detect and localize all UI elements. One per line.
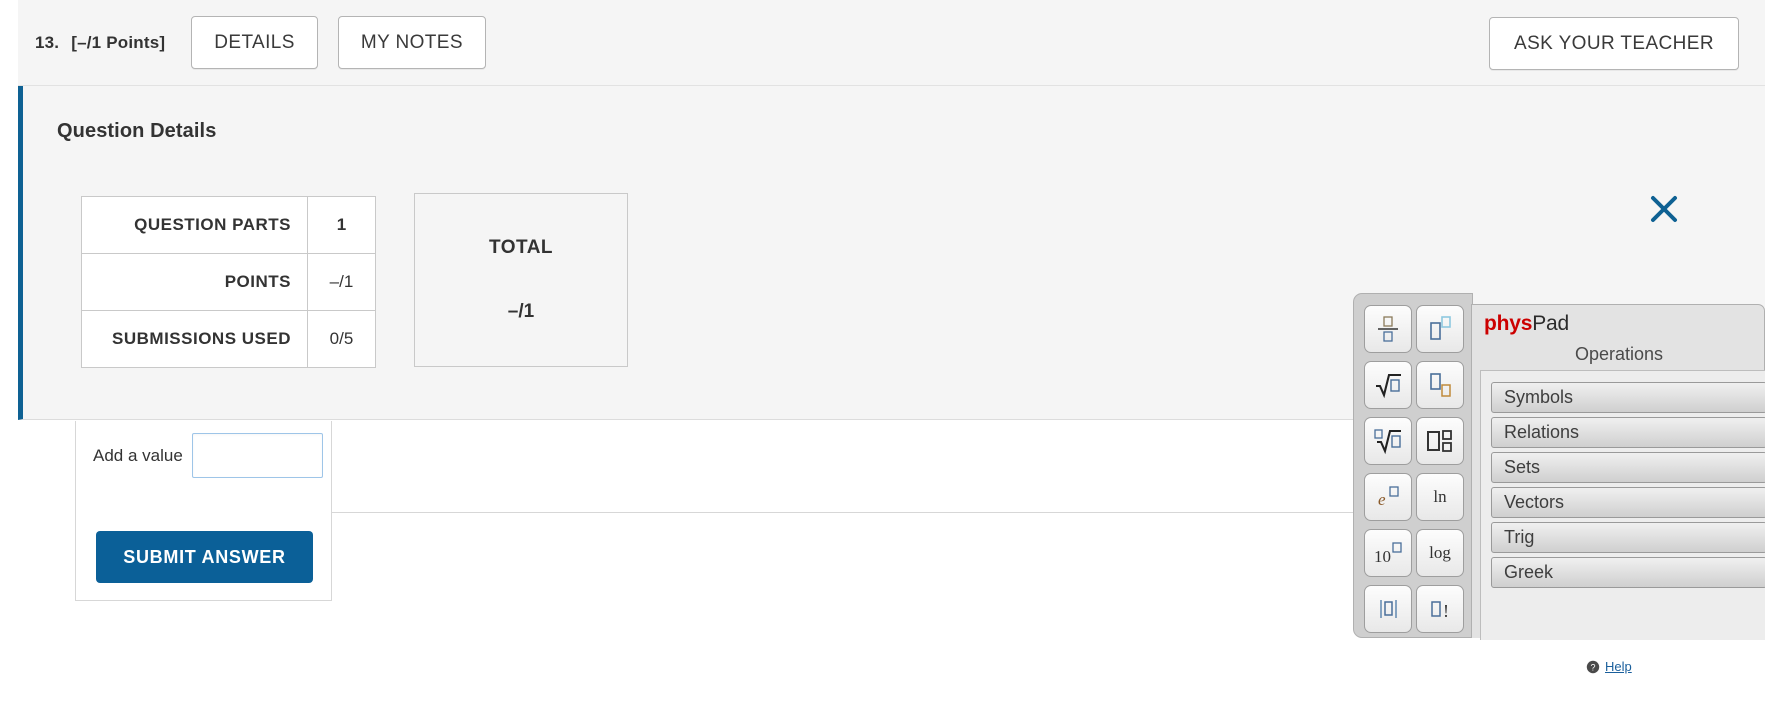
physpad-category-list: Symbols Relations Sets Vectors Trig Gree… [1480,370,1765,674]
question-details-title: Question Details [57,120,217,142]
question-details-table: QUESTION PARTS 1 POINTS –/1 SUBMISSIONS … [81,196,376,368]
help-icon: ? [1586,660,1600,673]
physpad-right-panel: physPad Operations Symbols Relations Set… [1471,304,1765,674]
table-row: QUESTION PARTS 1 [81,196,376,254]
physpad-section-label: Operations [1574,344,1664,364]
help-link[interactable]: ? Help [1586,659,1632,674]
svg-text:e: e [1378,490,1386,509]
log-label: log [1429,543,1451,562]
question-bar: 13. [–/1 Points] DETAILS MY NOTES ASK YO… [18,0,1765,86]
category-vectors[interactable]: Vectors [1491,487,1765,518]
subscript-key[interactable] [1416,361,1464,409]
fraction-key[interactable] [1364,305,1412,353]
physpad-panel: e ln 10 log ! physPad Operations Symbols… [1353,293,1765,674]
row-value: 1 [307,196,376,254]
question-points: [–/1 Points] [71,32,166,52]
submit-answer-button[interactable]: SUBMIT ANSWER [96,531,313,583]
factorial-key[interactable]: ! [1416,585,1464,633]
svg-text:10: 10 [1374,547,1391,566]
total-box: TOTAL –/1 [414,193,628,367]
add-value-label: Add a value [93,445,183,465]
matrix-key[interactable] [1416,417,1464,465]
details-button[interactable]: DETAILS [191,16,318,69]
row-value: 0/5 [307,310,376,368]
row-label: SUBMISSIONS USED [81,310,308,368]
row-value: –/1 [307,253,376,311]
my-notes-button[interactable]: MY NOTES [337,16,486,69]
add-value-row: Add a value [93,433,323,478]
nth-root-key[interactable] [1364,417,1412,465]
log-key[interactable]: log [1416,529,1464,577]
total-value: –/1 [507,301,535,322]
category-trig[interactable]: Trig [1491,522,1765,553]
physpad-key-grid: e ln 10 log ! [1364,305,1464,633]
category-relations[interactable]: Relations [1491,417,1765,448]
absolute-value-key[interactable] [1364,585,1412,633]
category-sets[interactable]: Sets [1491,452,1765,483]
help-label: Help [1605,659,1632,674]
ask-your-teacher-button[interactable]: ASK YOUR TEACHER [1489,17,1739,70]
category-greek[interactable]: Greek [1491,557,1765,588]
add-value-input[interactable] [191,433,323,478]
close-icon[interactable] [1641,186,1687,232]
physpad-logo-dark: Pad [1532,312,1569,335]
exponential-key[interactable]: e [1364,473,1412,521]
table-row: POINTS –/1 [81,253,376,311]
natural-log-key[interactable]: ln [1416,473,1464,521]
category-symbols[interactable]: Symbols [1491,382,1765,413]
superscript-key[interactable] [1416,305,1464,353]
total-label: TOTAL [488,237,554,258]
table-row: SUBMISSIONS USED 0/5 [81,310,376,368]
square-root-key[interactable] [1364,361,1412,409]
power-of-ten-key[interactable]: 10 [1364,529,1412,577]
physpad-logo: physPad [1484,312,1569,336]
svg-text:?: ? [1590,662,1595,672]
question-number: 13. [35,32,60,52]
physpad-logo-red: phys [1484,312,1533,335]
natural-log-label: ln [1433,487,1447,506]
row-label: POINTS [81,253,308,311]
svg-text:!: ! [1443,601,1449,621]
row-label: QUESTION PARTS [81,196,308,254]
